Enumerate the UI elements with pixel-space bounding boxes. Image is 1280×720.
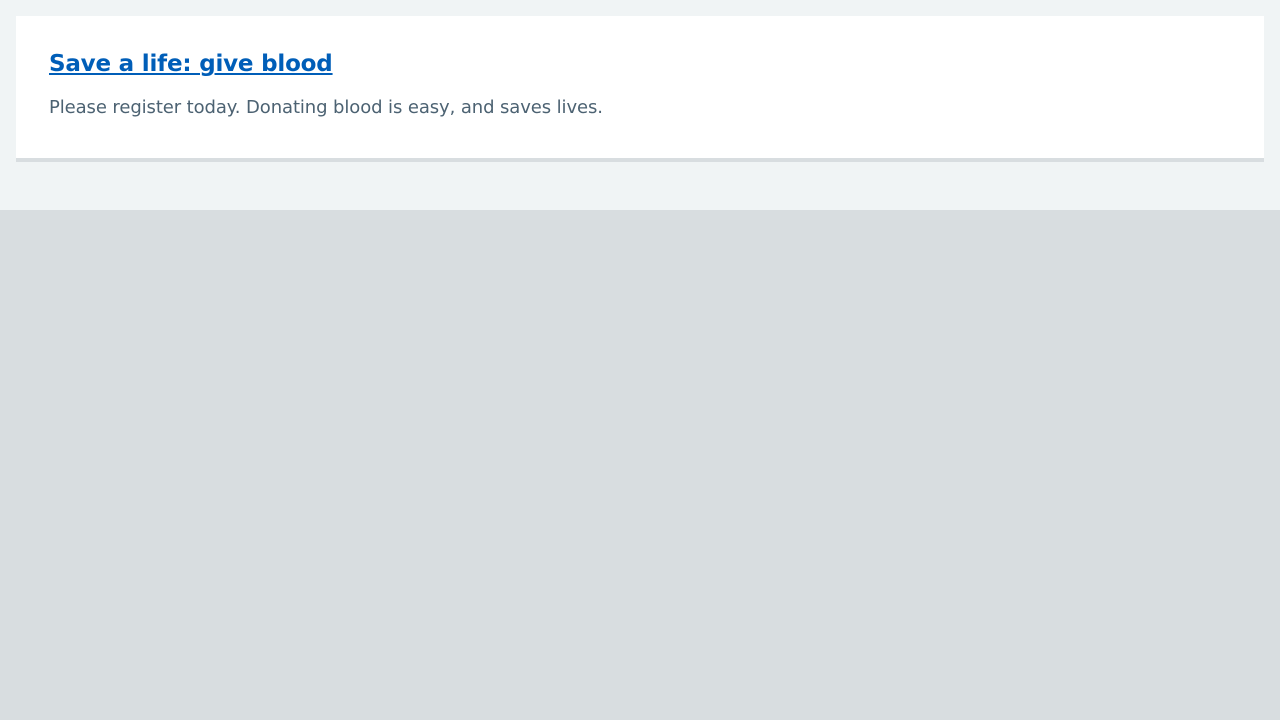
promo-card: Save a life: give blood Please register … — [16, 16, 1264, 162]
card-title-link[interactable]: Save a life: give blood — [49, 51, 333, 77]
card-heading: Save a life: give blood — [49, 49, 1231, 79]
card-description: Please register today. Donating blood is… — [49, 97, 603, 118]
content-band: Save a life: give blood Please register … — [0, 0, 1280, 210]
